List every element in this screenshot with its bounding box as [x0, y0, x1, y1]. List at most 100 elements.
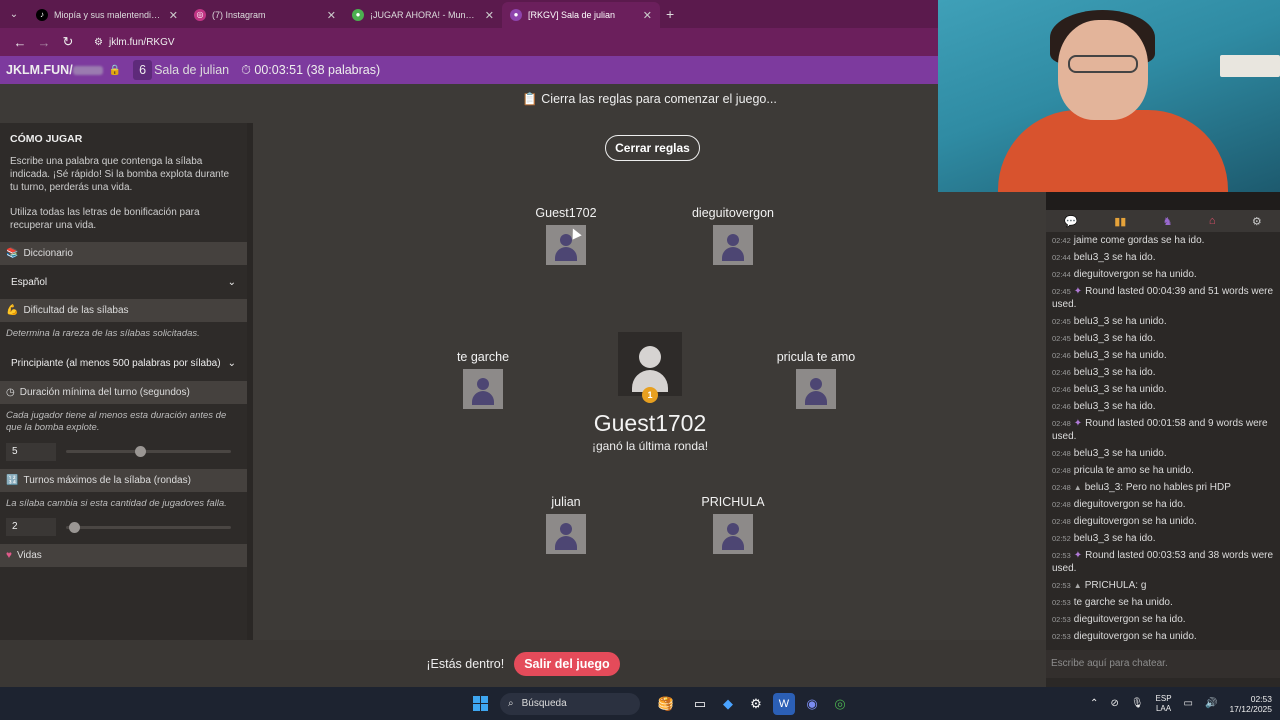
rules-scrollbar[interactable]: [247, 123, 253, 640]
chat-text: pricula te amo se ha unido.: [1073, 465, 1194, 476]
chat-text: dieguitovergon se ha unido.: [1073, 631, 1197, 642]
settings-app-icon[interactable]: ⚙: [745, 693, 767, 715]
clipboard-icon: 📋: [522, 92, 538, 106]
discord-icon[interactable]: ◉: [801, 693, 823, 715]
tab-title: ¡JUGAR AHORA! - Mundogatu: [370, 10, 479, 20]
clock-date: 17/12/2025: [1229, 703, 1272, 714]
chevron-down-icon: ⌄: [227, 358, 236, 369]
chat-text: Round lasted 00:01:58 and 9 words were u…: [1052, 418, 1268, 442]
player-avatar[interactable]: [546, 514, 586, 554]
word-icon[interactable]: W: [773, 692, 795, 715]
tiktok-icon: ♪: [36, 9, 48, 21]
player-avatar[interactable]: [796, 369, 836, 409]
min-turn-input[interactable]: 5: [6, 442, 56, 461]
site-info-icon[interactable]: ⚙: [94, 37, 103, 48]
chat-bubble-icon[interactable]: 💬: [1064, 215, 1078, 228]
chat-text: Round lasted 00:04:39 and 51 words were …: [1052, 286, 1274, 310]
forward-icon[interactable]: →: [32, 35, 56, 50]
microphone-icon[interactable]: 🎙: [1131, 698, 1144, 709]
close-icon[interactable]: ✕: [169, 9, 178, 22]
url-text: jklm.fun/RKGV: [108, 36, 175, 48]
select-value: Español: [11, 276, 48, 288]
chat-message: 02:46 belu3_3 se ha unido.: [1052, 349, 1276, 362]
room-code-blurred: [72, 66, 103, 76]
file-explorer-icon[interactable]: ▭: [689, 693, 711, 715]
chat-message: 02:44 dieguitovergon se ha unido.: [1052, 268, 1276, 281]
gear-icon[interactable]: ⚙: [1252, 215, 1262, 228]
max-turns-section: 🔢 Turnos máximos de la sílaba (rondas): [0, 468, 247, 492]
close-rules-button[interactable]: Cerrar reglas: [605, 135, 700, 161]
display-icon[interactable]: ▭: [1184, 698, 1193, 709]
slider-handle[interactable]: [135, 446, 147, 457]
lock-icon[interactable]: 🔒: [109, 65, 121, 76]
player-name: pricula te amo: [776, 350, 856, 364]
leave-game-button[interactable]: Salir del juego: [514, 651, 620, 676]
players-icon[interactable]: ▮▮: [1114, 215, 1126, 228]
rules-title: CÓMO JUGAR: [10, 133, 83, 145]
winner-panel: 1 Guest1702 ¡ganó la última ronda!: [560, 332, 740, 453]
tab-mundogatu[interactable]: ● ¡JUGAR AHORA! - Mundogatu ✕: [344, 2, 502, 28]
difficulty-select[interactable]: Principiante (al menos 500 palabras por …: [5, 352, 242, 375]
tab-miopia[interactable]: ♪ Miopía y sus malentendidos: La ✕: [28, 2, 186, 28]
player-seat: te garche: [413, 350, 553, 409]
min-turn-slider[interactable]: [66, 446, 231, 457]
heart-icon: ♥: [6, 550, 12, 561]
start-button[interactable]: [469, 693, 491, 715]
max-turns-input[interactable]: 2: [6, 518, 56, 536]
section-label: Diccionario: [23, 248, 73, 259]
site-brand[interactable]: JKLM.FUN/: [0, 63, 103, 77]
copilot-icon[interactable]: ◆: [717, 693, 739, 715]
player-avatar[interactable]: [713, 514, 753, 554]
widgets-icon[interactable]: 🥞: [649, 693, 683, 715]
system-clock[interactable]: 02:53 17/12/2025: [1229, 694, 1272, 714]
chat-tabs: 💬 ▮▮ ♞ ⌂ ⚙: [1046, 210, 1280, 232]
winner-name: Guest1702: [593, 410, 707, 436]
close-icon[interactable]: ✕: [643, 9, 652, 22]
chat-timestamp: 02:48: [1052, 419, 1071, 428]
url-field[interactable]: ⚙ jklm.fun/RKGV: [94, 37, 175, 48]
slider-handle[interactable]: [69, 521, 81, 533]
max-turns-slider[interactable]: [66, 521, 231, 533]
chat-timestamp: 02:52: [1052, 534, 1071, 543]
joined-status: ¡Estás dentro!: [426, 656, 505, 671]
tab-instagram[interactable]: ◎ (7) Instagram ✕: [186, 2, 344, 28]
shop-icon[interactable]: ⌂: [1209, 215, 1216, 227]
windows-taskbar: ⌕ Búsqueda 🥞 ▭ ◆ ⚙ W ◉ ◎ ⌃ ⊘ 🎙 ESP LAA ▭ 🔊…: [0, 687, 1280, 720]
chat-top-strip: [1046, 192, 1280, 210]
chat-log[interactable]: 02:42 jaime come gordas se ha ido. 02:44 be…: [1046, 232, 1280, 642]
winner-avatar: 1: [618, 332, 682, 403]
chat-text: belu3_3 se ha unido.: [1073, 448, 1167, 459]
input-language[interactable]: ESP LAA: [1156, 694, 1172, 714]
chat-text: dieguitovergon se ha unido.: [1073, 269, 1197, 280]
chat-timestamp: 02:46: [1052, 351, 1071, 360]
chat-timestamp: 02:42: [1052, 236, 1071, 245]
chat-timestamp: 02:48: [1052, 500, 1071, 509]
book-icon: 📚: [6, 248, 19, 259]
section-label: Dificultad de las sílabas: [23, 305, 129, 316]
chat-timestamp: 02:53: [1052, 551, 1071, 560]
volume-icon[interactable]: 🔊: [1205, 698, 1217, 709]
reload-icon[interactable]: ↻: [56, 34, 80, 50]
chat-message: 02:46 belu3_3 se ha ido.: [1052, 400, 1276, 413]
close-icon[interactable]: ✕: [327, 9, 336, 22]
chat-message: 02:53 ▲ PRICHULA: g: [1052, 579, 1276, 592]
streamer-glasses: [1068, 55, 1138, 73]
chat-input[interactable]: Escribe aquí para chatear.: [1046, 650, 1280, 678]
chat-message: 02:48 ✦ Round lasted 00:01:58 and 9 words …: [1052, 417, 1276, 443]
back-icon[interactable]: ←: [8, 35, 32, 50]
tab-search-icon[interactable]: ⌄: [0, 9, 28, 20]
chevron-up-icon[interactable]: ⌃: [1090, 698, 1098, 709]
new-tab-icon[interactable]: +: [666, 6, 674, 22]
tab-jklm[interactable]: ● [RKGV] Sala de julian ✕: [502, 2, 660, 28]
taskbar-search[interactable]: ⌕ Búsqueda: [500, 692, 640, 715]
chat-timestamp: 02:46: [1052, 402, 1071, 411]
chrome-icon[interactable]: ◎: [829, 693, 851, 715]
chat-message: 02:48 pricula te amo se ha unido.: [1052, 464, 1276, 477]
round-icon: ✦: [1073, 550, 1083, 561]
close-icon[interactable]: ✕: [485, 9, 494, 22]
network-off-icon[interactable]: ⊘: [1110, 698, 1118, 709]
room-icon[interactable]: ♞: [1163, 215, 1173, 228]
player-avatar[interactable]: [713, 225, 753, 265]
dictionary-select[interactable]: Español ⌄: [5, 271, 242, 293]
player-avatar[interactable]: [463, 369, 503, 409]
